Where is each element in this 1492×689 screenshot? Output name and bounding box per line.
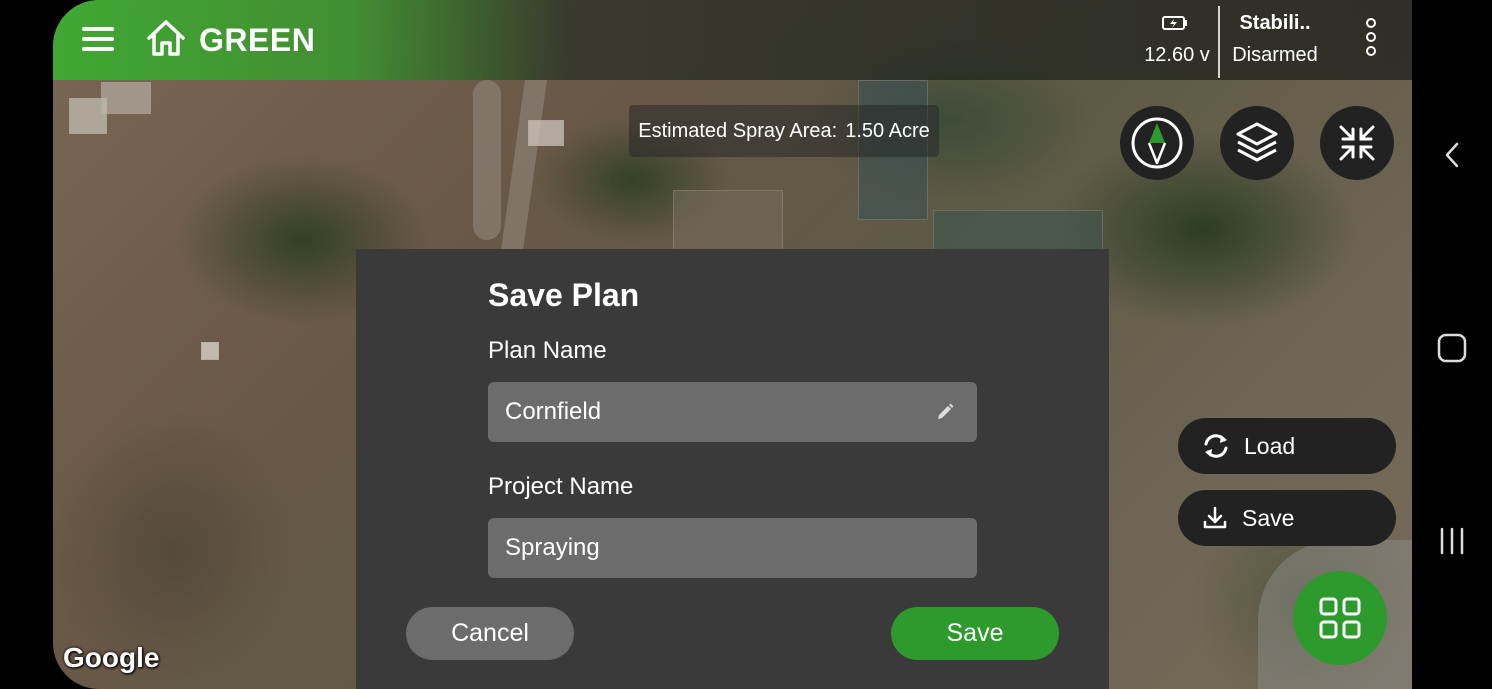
nav-recents-button[interactable] [1412,526,1492,556]
more-vert-icon[interactable] [1361,18,1381,62]
layers-icon [1236,122,1278,162]
compass-button[interactable] [1120,106,1194,180]
plan-name-value: Cornfield [505,398,602,425]
project-name-field[interactable]: Spraying [488,518,977,578]
menu-icon[interactable] [82,27,114,53]
nav-back-button[interactable] [1412,140,1492,170]
flight-mode[interactable]: Stabili.. [1223,12,1327,35]
load-plan-button[interactable]: Load [1178,418,1396,474]
save-label: Save [1242,504,1295,531]
compass-icon [1131,117,1183,169]
home-nav-icon [1437,333,1467,363]
nav-home-button[interactable] [1412,332,1492,364]
save-plan-button[interactable]: Save [1178,490,1396,546]
spray-area-badge: Estimated Spray Area: 1.50 Acre [629,105,939,157]
map-field [673,190,783,250]
app-brand: GREEN [199,22,316,58]
apps-fab[interactable] [1293,571,1387,665]
plan-name-label: Plan Name [488,337,607,364]
save-plan-dialog: Save Plan Plan Name Cornfield Project Na… [356,249,1109,689]
map-view[interactable]: GREEN 12.60 v Stabili.. Disarmed Estimat… [53,0,1412,689]
download-icon [1203,506,1227,529]
top-bar: GREEN 12.60 v Stabili.. Disarmed [53,0,1412,80]
cancel-button[interactable]: Cancel [406,607,574,660]
battery-icon [1162,16,1187,30]
home-icon[interactable] [145,18,187,58]
project-name-value: Spraying [505,534,600,561]
system-nav-bar [1412,0,1492,689]
map-building [201,342,219,360]
back-icon [1445,142,1459,168]
map-building [101,82,151,114]
project-name-label: Project Name [488,473,634,500]
collapse-button[interactable] [1320,106,1394,180]
map-road [473,80,501,240]
layers-button[interactable] [1220,106,1294,180]
grid-icon [1319,597,1361,639]
arm-status: Disarmed [1232,44,1318,66]
spray-area-value: 1.50 Acre [845,119,930,142]
map-attribution: Google [63,642,160,673]
map-building [528,120,564,146]
map-road [501,80,547,250]
plan-name-field[interactable]: Cornfield [488,382,977,442]
refresh-icon [1204,434,1228,458]
collapse-icon [1339,125,1375,161]
spray-area-label: Estimated Spray Area: [638,119,838,142]
dialog-title: Save Plan [488,277,640,313]
load-label: Load [1244,432,1296,459]
status-divider [1218,6,1220,78]
recents-icon [1440,527,1464,555]
save-button[interactable]: Save [891,607,1059,660]
battery-voltage: 12.60 v [1144,44,1210,66]
pencil-icon[interactable] [935,402,955,422]
